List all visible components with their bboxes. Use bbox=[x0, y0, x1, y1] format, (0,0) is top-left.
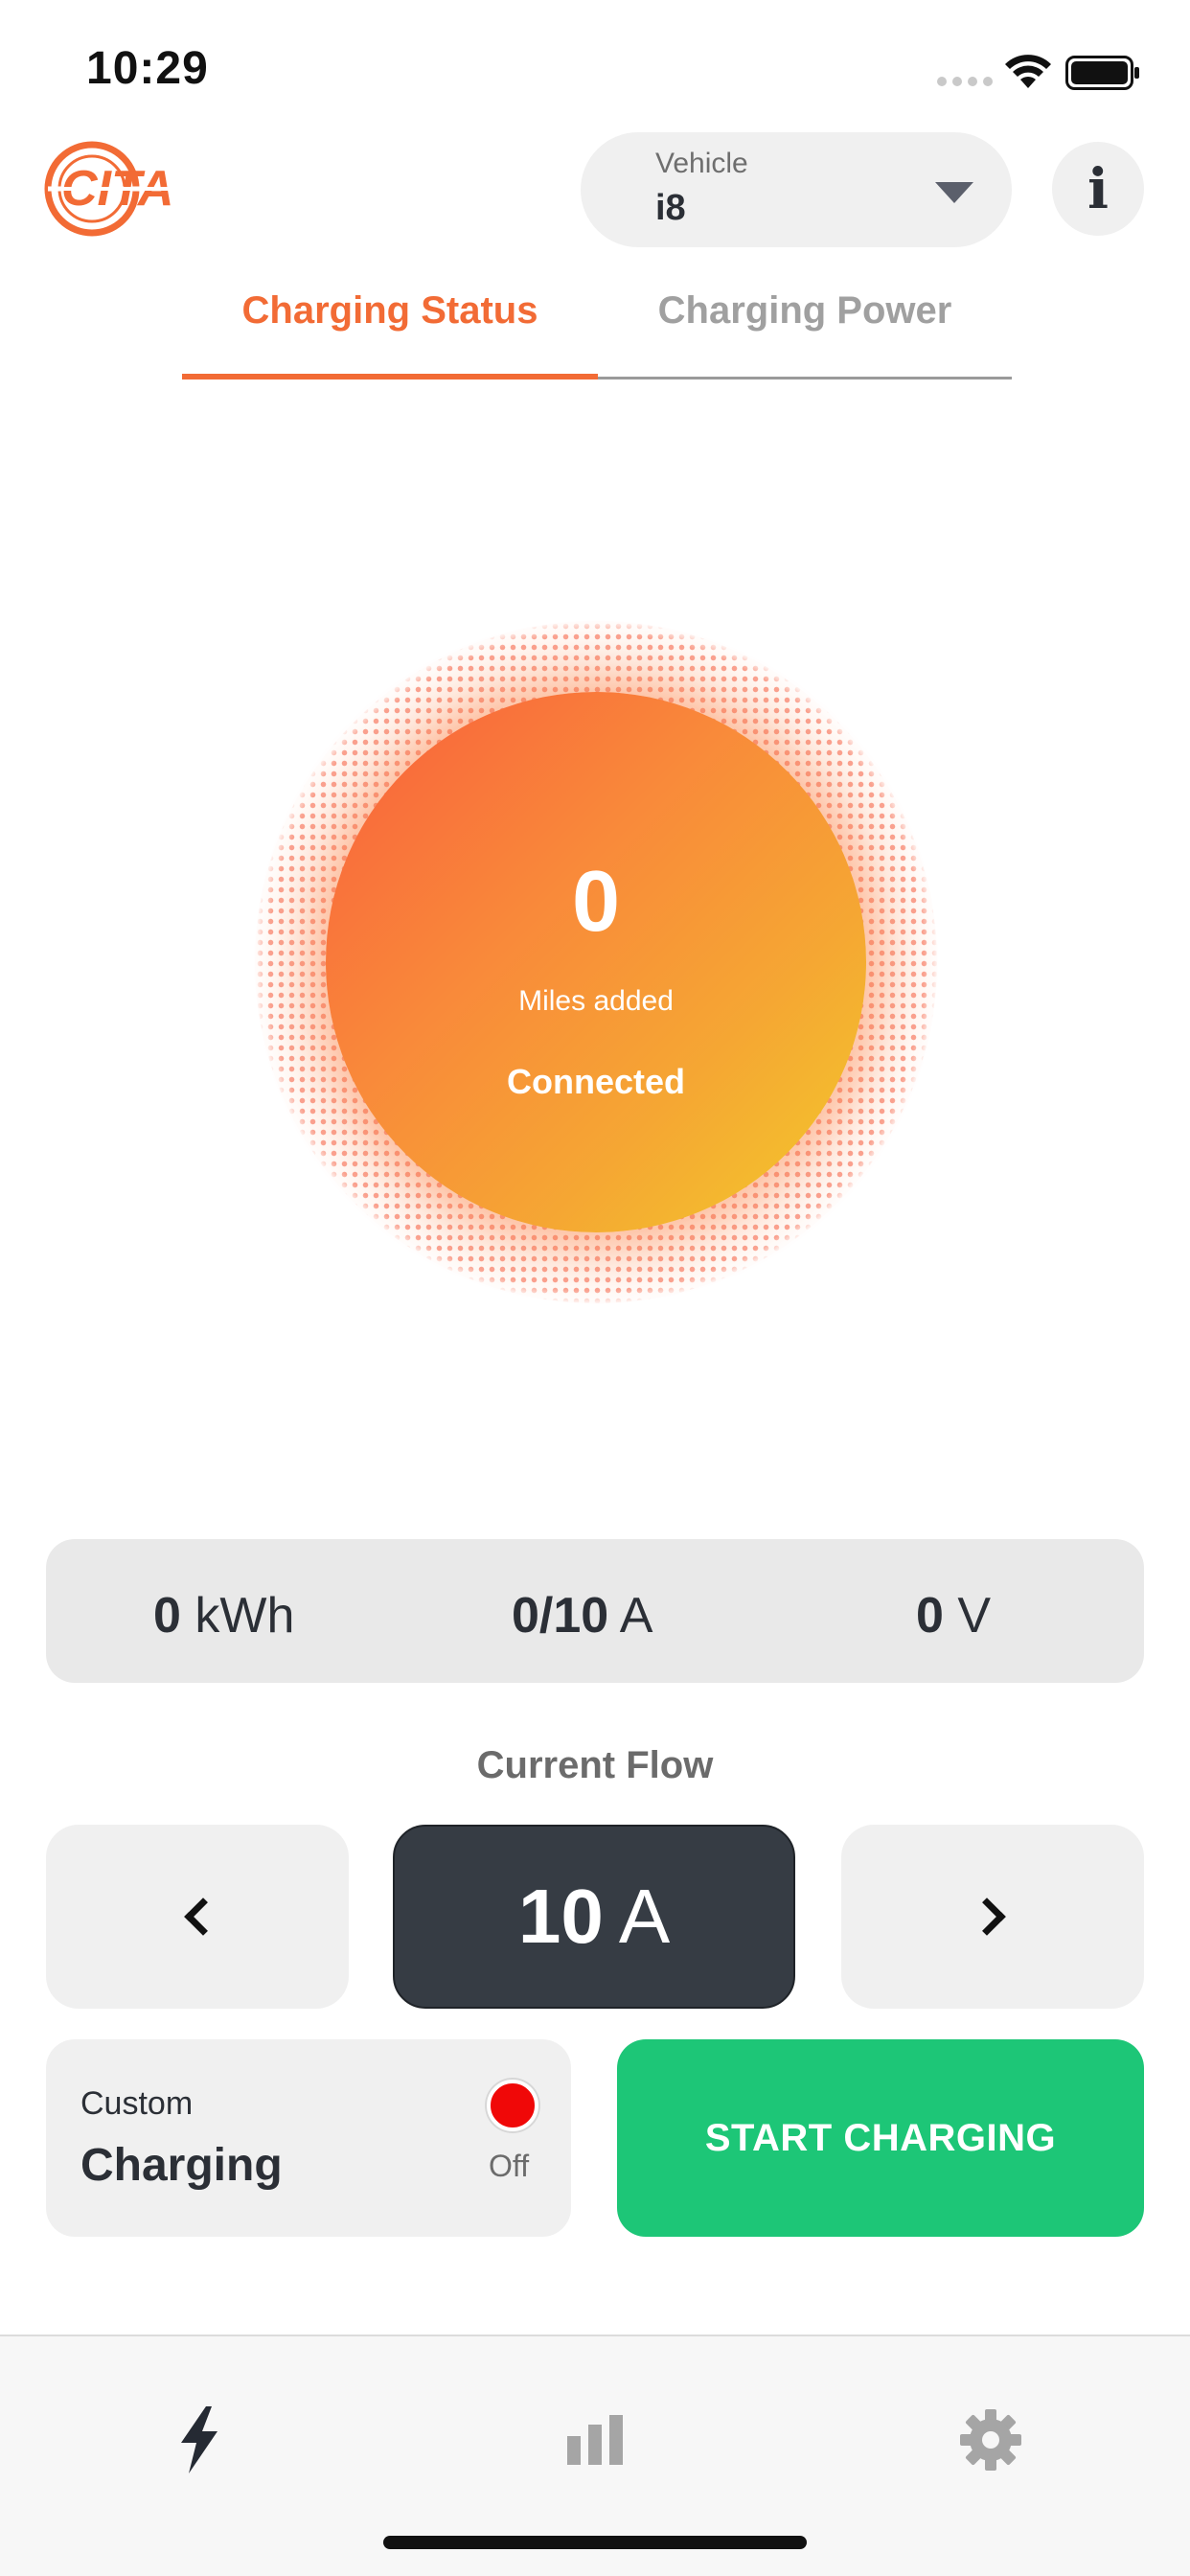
info-icon: i bbox=[1087, 156, 1110, 221]
home-indicator bbox=[383, 2536, 807, 2549]
info-button[interactable]: i bbox=[1052, 142, 1144, 236]
nav-charging[interactable] bbox=[142, 2382, 257, 2497]
metrics-bar: 0 kWh 0/10 A 0 V bbox=[46, 1539, 1144, 1683]
current-flow-title: Current Flow bbox=[476, 1744, 714, 1786]
energy-unit: kWh bbox=[195, 1588, 295, 1644]
current-flow-number: 10 bbox=[517, 1874, 604, 1959]
chevron-left-icon bbox=[184, 1898, 222, 1936]
voltage-value: 0 bbox=[916, 1588, 944, 1644]
tab-charging-status[interactable]: Charging Status bbox=[182, 289, 598, 333]
status-bar: 10:29 bbox=[0, 0, 1190, 134]
energy-value: 0 bbox=[153, 1588, 181, 1644]
voltage-unit: V bbox=[957, 1588, 992, 1644]
screen: 10:29 CITA Vehicle i8 i Charging Status … bbox=[0, 0, 1190, 2576]
nav-statistics[interactable] bbox=[538, 2382, 652, 2497]
miles-added-value: 0 bbox=[571, 854, 621, 950]
cellular-signal-icon bbox=[937, 77, 993, 86]
chevron-right-icon bbox=[968, 1898, 1006, 1936]
current-unit: A bbox=[619, 1588, 653, 1644]
connection-status: Connected bbox=[506, 1062, 685, 1101]
increase-current-button[interactable] bbox=[841, 1825, 1144, 2009]
start-charging-button[interactable]: START CHARGING bbox=[617, 2039, 1144, 2237]
charge-orb: 0 Miles added Connected bbox=[255, 621, 937, 1303]
gear-icon bbox=[960, 2409, 1021, 2471]
tab-active-indicator bbox=[182, 374, 598, 380]
wifi-icon bbox=[1005, 55, 1051, 88]
current-flow-value: 10 A bbox=[393, 1825, 795, 2009]
custom-charging-state: Off bbox=[489, 2149, 530, 2183]
miles-added-label: Miles added bbox=[518, 985, 674, 1017]
current-flow-unit: A bbox=[618, 1874, 671, 1959]
vehicle-select[interactable]: Vehicle i8 bbox=[581, 132, 1012, 247]
battery-icon bbox=[1065, 56, 1139, 90]
nav-settings[interactable] bbox=[933, 2382, 1048, 2497]
chevron-down-icon bbox=[935, 182, 973, 203]
voltage-metric: 0 V bbox=[916, 1587, 991, 1644]
cita-logo: CITA bbox=[44, 141, 210, 237]
current-value: 0/10 bbox=[512, 1588, 609, 1644]
energy-metric: 0 kWh bbox=[153, 1587, 294, 1644]
bar-chart-icon bbox=[567, 2415, 623, 2465]
decrease-current-button[interactable] bbox=[46, 1825, 349, 2009]
status-time: 10:29 bbox=[86, 43, 209, 94]
tab-charging-power[interactable]: Charging Power bbox=[598, 289, 1012, 333]
custom-charging-title: Charging bbox=[80, 2140, 283, 2191]
custom-charging-toggle[interactable]: Custom Charging Off bbox=[46, 2039, 571, 2237]
status-dot-icon bbox=[487, 2080, 538, 2131]
custom-charging-label: Custom bbox=[80, 2085, 194, 2122]
vehicle-value: i8 bbox=[655, 188, 686, 228]
current-metric: 0/10 A bbox=[512, 1587, 652, 1644]
vehicle-label: Vehicle bbox=[655, 148, 748, 179]
lightning-icon bbox=[181, 2406, 217, 2473]
orb-core bbox=[326, 692, 866, 1232]
tab-bar: Charging Status Charging Power bbox=[182, 278, 1012, 380]
